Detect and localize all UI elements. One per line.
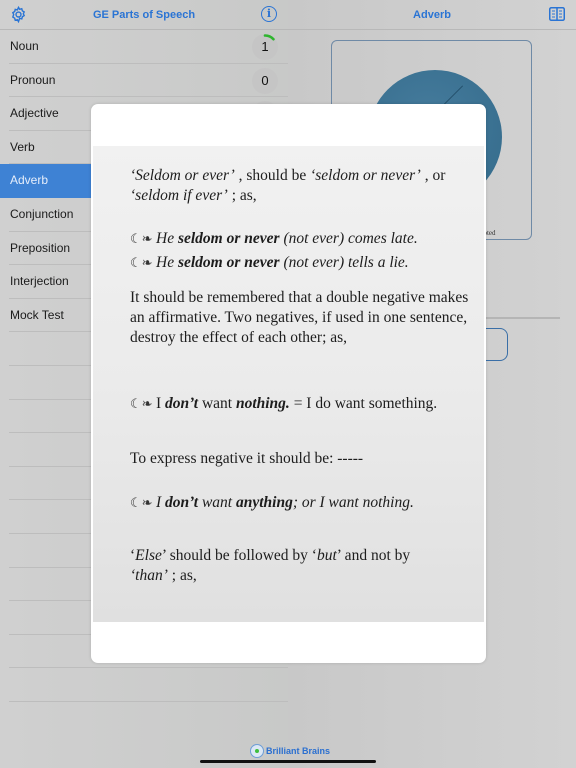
example-3: ☾❧ I don’t want nothing. = I do want som… [130,394,470,414]
list-item-label: Adjective [10,106,59,121]
brand-name: Brilliant Brains [266,746,331,756]
text: ; as, [167,567,197,584]
text: I [156,395,166,412]
term-text: ‘than’ [130,567,168,584]
example-1: ☾❧ He seldom or never (not ever) comes l… [130,229,470,249]
term-text: ‘Seldom or ever’ [130,167,235,184]
bullet-flourish-icon: ☾❧ [130,256,153,271]
list-item-label: Interjection [10,274,69,289]
lesson-paragraph-3: To express negative it should be: ----- [130,450,364,467]
term-text: Else [135,547,162,564]
text: want [198,395,236,412]
lesson-paragraph-1: ‘Seldom or ever’ , should be ‘seldom or … [130,166,475,206]
master-title: GE Parts of Speech [92,8,196,21]
text: ’ and not by [336,547,411,564]
bullet-flourish-icon: ☾❧ [130,397,153,412]
text: He [156,230,178,247]
term-text: but [316,547,337,564]
list-item-label: Conjunction [10,206,74,221]
text: , should be [234,167,311,184]
term-text: ‘seldom or never’ [310,167,421,184]
book-icon[interactable] [549,7,565,21]
list-item-label: Pronoun [10,72,56,87]
lesson-page: ‘Seldom or ever’ , should be ‘seldom or … [93,146,484,622]
detail-title: Adverb [413,8,451,21]
progress-arc-icon [263,34,275,41]
brain-logo-icon [250,744,264,758]
list-item-label: Preposition [10,240,71,255]
list-item-pronoun[interactable]: Pronoun 0 [0,64,288,98]
text: , or [420,167,446,184]
emphasis-text: seldom or never [177,254,280,271]
list-item-label: Adverb [10,173,49,188]
content-modal: ‘Seldom or ever’ , should be ‘seldom or … [91,104,486,663]
emphasis-text: don’t [165,395,199,412]
bullet-flourish-icon: ☾❧ [130,232,153,247]
brand-logo: Brilliant Brains [250,744,330,758]
text: ’ should be followed by ‘ [161,547,317,564]
info-icon[interactable]: i [261,6,277,22]
lesson-paragraph-4: ‘Else’ should be followed by ‘but’ and n… [130,546,475,586]
text: (not ever) comes late. [279,230,418,247]
count-badge: 0 [252,67,278,94]
home-indicator[interactable] [200,760,376,763]
text: = I do want something. [289,395,438,412]
empty-list-row [0,668,288,702]
example-4: ☾❧ I don’t want anything; or I want noth… [130,493,470,513]
term-text: ‘seldom if ever’ [130,187,228,204]
list-item-label: Verb [10,139,35,154]
list-item-label: Noun [10,39,39,53]
emphasis-text: anything [235,494,293,511]
master-navbar: GE Parts of Speech i [0,0,288,30]
text: want [198,494,236,511]
text: He [156,254,178,271]
text: ; as, [227,187,257,204]
list-item-noun[interactable]: Noun 1 [0,30,288,64]
text: ; or I want nothing. [292,494,414,511]
list-item-label: Mock Test [10,307,64,322]
emphasis-text: nothing. [235,395,290,412]
emphasis-text: seldom or never [177,230,280,247]
progress-track [483,317,560,319]
lesson-paragraph-2: It should be remembered that a double ne… [130,289,469,346]
detail-navbar: Adverb [288,0,576,30]
text: I [156,494,166,511]
emphasis-text: don’t [165,494,199,511]
bullet-flourish-icon: ☾❧ [130,496,153,511]
text: (not ever) tells a lie. [279,254,409,271]
example-2: ☾❧ He seldom or never (not ever) tells a… [130,253,470,273]
